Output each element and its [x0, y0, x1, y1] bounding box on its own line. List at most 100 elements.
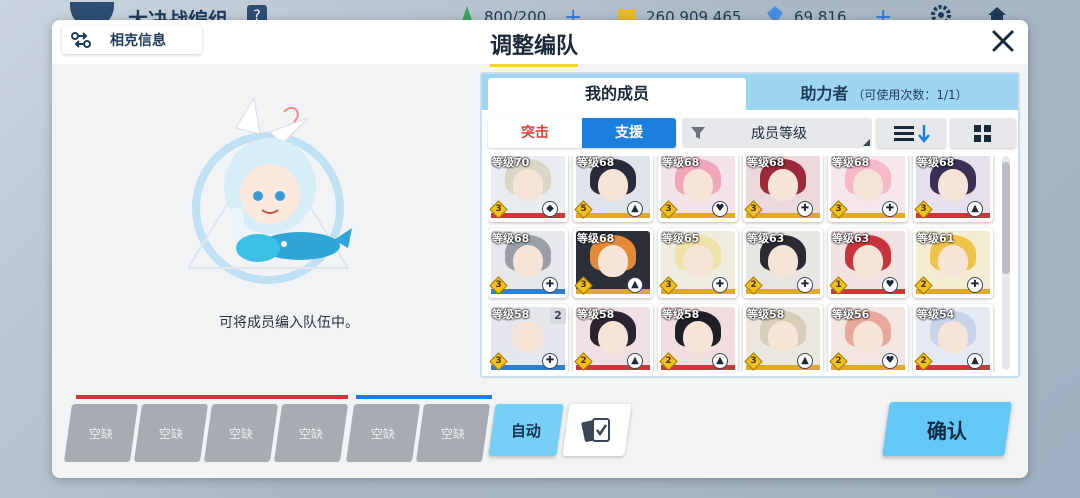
portrait-face [683, 169, 713, 201]
member-card[interactable]: 等级63 2 ✚ [743, 228, 823, 298]
member-level: 等级63 [832, 232, 870, 245]
support-slots-bar [356, 395, 492, 399]
portrait-face [938, 321, 968, 353]
member-rank: 3 [495, 280, 502, 290]
portrait-face [768, 169, 798, 201]
grid-view-button[interactable] [950, 118, 1016, 148]
member-card[interactable]: 等级68 5 ▲ [573, 156, 653, 222]
formation-slot[interactable]: 空缺 [273, 404, 349, 462]
member-role-icon: ▲ [797, 353, 813, 369]
formation-slot-label: 空缺 [88, 426, 113, 441]
member-card[interactable]: 等级58 2 ▲ [573, 304, 653, 372]
member-rank: 3 [580, 280, 587, 290]
member-level: 等级68 [577, 232, 615, 245]
formation-slot[interactable]: 空缺 [133, 404, 209, 462]
member-card[interactable]: 等级68 3 ✚ [743, 156, 823, 222]
portrait-face [513, 321, 543, 353]
card-deck-button[interactable] [562, 404, 632, 456]
member-rank: 2 [835, 356, 842, 366]
member-card[interactable]: 等级68 3 ♥ [658, 156, 738, 222]
member-card[interactable]: 等级70 3 ◆ [488, 156, 568, 222]
member-rank: 2 [750, 280, 757, 290]
member-role-icon: ▲ [712, 353, 728, 369]
member-card[interactable]: 等级54 2 ▲ [913, 304, 993, 372]
member-role-icon: ▲ [627, 353, 643, 369]
member-rank: 3 [665, 280, 672, 290]
portrait-face [598, 321, 628, 353]
member-rank: 3 [835, 204, 842, 214]
member-rank: 3 [750, 204, 757, 214]
member-rank: 2 [920, 280, 927, 290]
member-role-icon: ▲ [627, 201, 643, 217]
member-card[interactable]: 等级68 3 ✚ [488, 228, 568, 298]
member-role-icon: ◆ [542, 201, 558, 217]
formation-slot-label: 空缺 [370, 426, 395, 441]
member-level: 等级63 [747, 232, 785, 245]
portrait-face [598, 169, 628, 201]
formation-slot[interactable]: 空缺 [63, 404, 139, 462]
member-role-icon: ✚ [712, 277, 728, 293]
member-role-icon: ▲ [627, 277, 643, 293]
filter-icon [691, 127, 705, 139]
member-role-icon: ♥ [712, 201, 728, 217]
member-list-scrollbar[interactable] [1002, 156, 1010, 370]
member-card[interactable]: 等级68 3 ✚ [828, 156, 908, 222]
swap-icon [71, 32, 91, 48]
dropdown-corner-icon [863, 139, 870, 146]
member-card[interactable]: 等级63 1 ♥ [828, 228, 908, 298]
member-rank: 2 [665, 356, 672, 366]
portrait-face [683, 245, 713, 277]
member-card[interactable]: 等级58 2 ▲ [658, 304, 738, 372]
member-level: 等级61 [917, 232, 955, 245]
formation-slot[interactable]: 空缺 [203, 404, 279, 462]
member-level: 等级56 [832, 308, 870, 321]
member-card[interactable]: 等级61 2 ✚ [913, 228, 993, 298]
portrait-face [513, 245, 543, 277]
filter-attack-button[interactable]: 突击 [488, 118, 582, 148]
formation-slot-label: 空缺 [228, 426, 253, 441]
sort-order-button[interactable] [876, 118, 946, 148]
modal-header: 相克信息 调整编队 [52, 20, 1028, 67]
formation-slot-label: 空缺 [440, 426, 465, 441]
filter-support-button[interactable]: 支援 [582, 118, 676, 148]
member-rank: 2 [580, 356, 587, 366]
formation-slot[interactable]: 空缺 [345, 404, 421, 462]
member-level: 等级68 [662, 156, 700, 169]
member-role-icon: ♥ [882, 277, 898, 293]
sort-dropdown[interactable]: 成员等级 [682, 118, 872, 148]
helper-usage-count: （可使用次数：1/1） [852, 88, 968, 102]
portrait-face [683, 321, 713, 353]
member-role-icon: ♥ [882, 353, 898, 369]
role-filter: 突击 支援 [488, 118, 676, 148]
member-role-icon: ✚ [797, 201, 813, 217]
portrait-face [853, 169, 883, 201]
scrollbar-thumb[interactable] [1002, 162, 1010, 274]
tab-helpers[interactable]: 助力者 （可使用次数：1/1） [754, 78, 1014, 110]
member-card[interactable]: 等级58 3 ▲ [743, 304, 823, 372]
sort-label: 成员等级 [751, 126, 807, 142]
member-card[interactable]: 等级68 3 ▲ [913, 156, 993, 222]
member-rank: 3 [920, 204, 927, 214]
counter-info-label: 相克信息 [110, 33, 166, 49]
member-rank: 2 [920, 356, 927, 366]
formation-slot[interactable]: 空缺 [415, 404, 491, 462]
counter-info-button[interactable]: 相克信息 [62, 26, 202, 54]
member-card[interactable]: 等级58 3 ✚ 2 [488, 304, 568, 372]
member-role-icon: ✚ [967, 277, 983, 293]
close-icon[interactable] [988, 26, 1018, 56]
member-card-grid: 等级70 3 ◆ 等级68 5 ▲ 等级68 3 ♥ 等级68 3 ✚ 等级68 3 ✚ 等级68 3 ▲ 等级68… [488, 156, 1000, 372]
formation-modal: 相克信息 调整编队 可将成员编入队伍中。 我的成员 助力者 （可使用次数：1/1） [52, 20, 1028, 478]
member-role-icon: ▲ [967, 353, 983, 369]
auto-button[interactable]: 自动 [488, 404, 564, 456]
member-card[interactable]: 等级65 3 ✚ [658, 228, 738, 298]
formation-slot-label: 空缺 [158, 426, 183, 441]
tab-my-members[interactable]: 我的成员 [488, 78, 746, 110]
portrait-face [768, 321, 798, 353]
confirm-button[interactable]: 确认 [882, 402, 1012, 456]
member-level: 等级58 [662, 308, 700, 321]
member-card[interactable]: 等级56 2 ♥ [828, 304, 908, 372]
formation-slot-label: 空缺 [298, 426, 323, 441]
member-card[interactable]: 等级68 3 ▲ [573, 228, 653, 298]
member-level: 等级58 [492, 308, 530, 321]
member-level: 等级65 [662, 232, 700, 245]
